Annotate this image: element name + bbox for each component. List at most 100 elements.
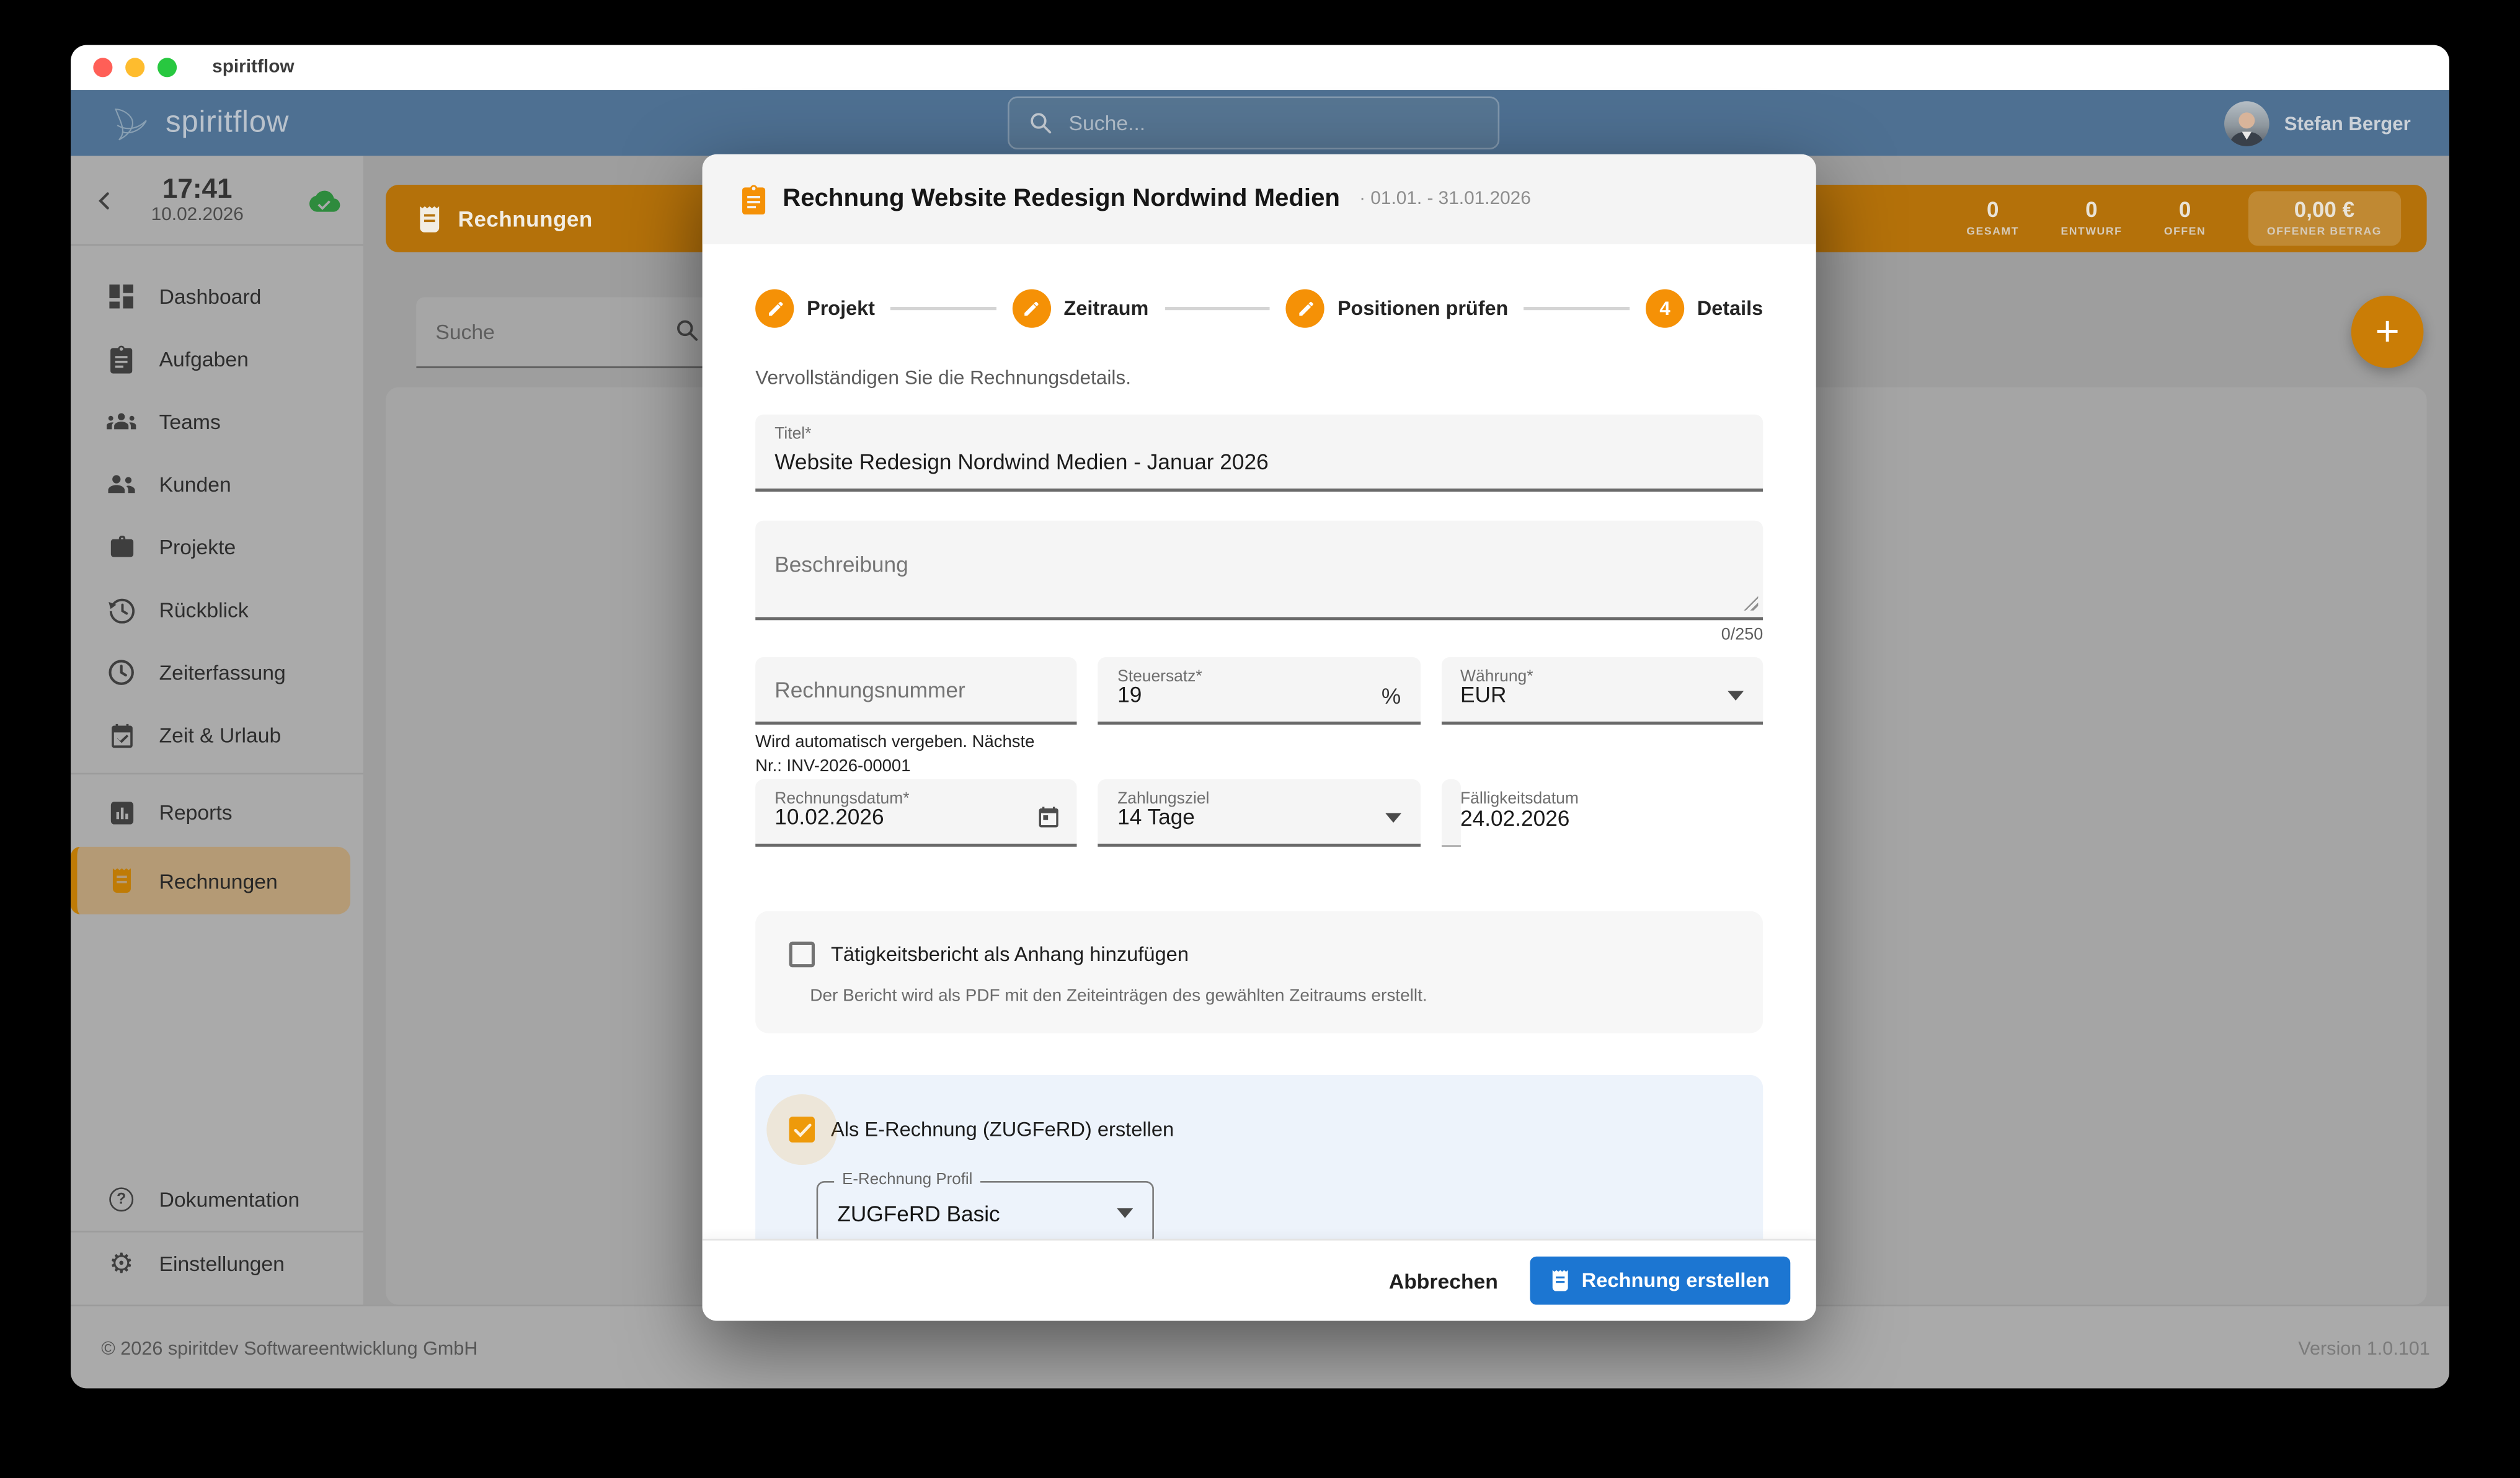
version-text: Version 1.0.101 — [2298, 1336, 2430, 1358]
sidebar-item-label: Zeiterfassung — [159, 660, 286, 684]
stat-offener-betrag: 0,00 € OFFENER BETRAG — [2248, 192, 2401, 246]
einvoice-panel: Als E-Rechnung (ZUGFeRD) erstellen E-Rec… — [755, 1075, 1763, 1239]
chevron-left-icon[interactable] — [93, 189, 115, 211]
einvoice-label: Als E-Rechnung (ZUGFeRD) erstellen — [831, 1118, 1174, 1141]
steuersatz-field[interactable]: Steuersatz* % — [1098, 657, 1420, 725]
sidebar-item-teams[interactable]: Teams — [71, 391, 363, 453]
sidebar: 17:41 10.02.2026 Dashboard Aufga — [71, 156, 363, 1304]
create-invoice-label: Rechnung erstellen — [1582, 1270, 1770, 1292]
dialog-subtitle: · 01.01. - 31.01.2026 — [1359, 190, 1531, 209]
edit-icon — [1286, 290, 1324, 328]
sidebar-item-einstellungen[interactable]: ⚙ Einstellungen — [71, 1232, 363, 1295]
sidebar-item-rueckblick[interactable]: Rückblick — [71, 578, 363, 641]
rechnungsnummer-field[interactable] — [755, 657, 1077, 725]
gear-icon: ⚙ — [106, 1249, 136, 1279]
search-icon — [1029, 111, 1053, 135]
chevron-down-icon — [1385, 813, 1401, 823]
search-icon — [675, 318, 699, 342]
sidebar-item-label: Dashboard — [159, 285, 262, 309]
sidebar-item-zeiterfassung[interactable]: Zeiterfassung — [71, 641, 363, 704]
step-connector — [891, 308, 996, 310]
sidebar-item-dashboard[interactable]: Dashboard — [71, 265, 363, 328]
rechnungsnummer-input[interactable] — [774, 657, 1058, 722]
sidebar-bottom: ? Dokumentation ⚙ Einstellungen — [71, 1168, 363, 1304]
titel-input[interactable] — [774, 450, 1744, 474]
sidebar-nav: Dashboard Aufgaben Teams Kunden — [71, 246, 363, 918]
sidebar-item-reports[interactable]: Reports — [71, 781, 363, 844]
app-name: spiritflow — [166, 105, 289, 141]
calendar-icon[interactable] — [1037, 805, 1062, 829]
dialog-header: Rechnung Website Redesign Nordwind Medie… — [703, 154, 1816, 244]
sidebar-item-rechnungen[interactable]: Rechnungen — [71, 847, 350, 914]
copyright-text: © 2026 spiritdev Softwareentwicklung Gmb… — [101, 1336, 477, 1358]
step-number: 4 — [1646, 290, 1684, 328]
sidebar-item-kunden[interactable]: Kunden — [71, 453, 363, 516]
sidebar-item-zeit-urlaub[interactable]: Zeit & Urlaub — [71, 704, 363, 766]
cancel-button[interactable]: Abbrechen — [1373, 1268, 1514, 1293]
rechnungsdatum-cell: Rechnungsdatum* 10.02.2026 — [755, 779, 1077, 847]
app-logo-icon — [112, 105, 154, 141]
rechnungsdatum-field[interactable]: Rechnungsdatum* 10.02.2026 — [755, 779, 1077, 847]
stat-offen: 0 OFFEN — [2164, 200, 2206, 237]
step-details[interactable]: 4 Details — [1646, 290, 1763, 328]
sidebar-item-dokumentation[interactable]: ? Dokumentation — [71, 1168, 363, 1231]
invoice-number-row: Wird automatisch vergeben. Nächste Nr.: … — [755, 657, 1763, 725]
sidebar-item-projekte[interactable]: Projekte — [71, 516, 363, 578]
global-search-input[interactable]: Suche... — [1008, 97, 1499, 150]
invoice-dates-row: Rechnungsdatum* 10.02.2026 Zahlungsziel … — [755, 779, 1763, 847]
current-time: 17:41 — [151, 175, 244, 204]
minimize-button[interactable] — [125, 58, 144, 77]
sidebar-item-label: Kunden — [159, 472, 231, 497]
attachment-checkbox[interactable] — [789, 942, 815, 967]
step-projekt[interactable]: Projekt — [755, 290, 875, 328]
titel-label: Titel* — [774, 426, 811, 444]
dashboard-icon — [106, 281, 136, 312]
dialog-title: Rechnung Website Redesign Nordwind Medie… — [783, 185, 1340, 214]
chevron-down-icon — [1728, 691, 1744, 701]
stepper: Projekt Zeitraum Positionen prüfen 4 — [755, 290, 1763, 328]
sidebar-item-label: Projekte — [159, 535, 236, 559]
help-icon: ? — [106, 1184, 136, 1215]
attachment-hint: Der Bericht wird als PDF mit den Zeitein… — [810, 986, 1763, 1006]
step-connector — [1524, 308, 1630, 310]
close-button[interactable] — [93, 58, 112, 77]
faelligkeitsdatum-field: Fälligkeitsdatum 24.02.2026 — [1441, 779, 1460, 847]
zahlungsziel-select[interactable]: Zahlungsziel 14 Tage — [1098, 779, 1420, 847]
sidebar-item-aufgaben[interactable]: Aufgaben — [71, 328, 363, 391]
step-zeitraum[interactable]: Zeitraum — [1013, 290, 1149, 328]
waehrung-value: EUR — [1460, 683, 1506, 707]
faelligkeitsdatum-value: 24.02.2026 — [1460, 807, 1569, 831]
window-title: spiritflow — [212, 58, 295, 77]
steuersatz-cell: Steuersatz* % — [1098, 657, 1420, 725]
invoice-stats: 0 GESAMT 0 ENTWURF 0 OFFEN 0,00 € — [1966, 192, 2401, 246]
faelligkeitsdatum-cell: Fälligkeitsdatum 24.02.2026 — [1441, 779, 1763, 847]
beschreibung-textarea[interactable] — [755, 521, 1763, 617]
invoice-search-input[interactable]: Suche — [416, 297, 715, 368]
attachment-label: Tätigkeitsbericht als Anhang hinzufügen — [831, 943, 1189, 965]
einvoice-profile-label: E-Rechnung Profil — [834, 1171, 980, 1189]
clipboard-icon — [741, 184, 766, 215]
attachment-panel: Tätigkeitsbericht als Anhang hinzufügen … — [755, 911, 1763, 1033]
briefcase-icon — [106, 532, 136, 562]
beschreibung-field[interactable] — [755, 521, 1763, 621]
einvoice-checkbox[interactable] — [789, 1117, 815, 1142]
check-icon — [793, 1122, 811, 1136]
sidebar-item-label: Zeit & Urlaub — [159, 723, 282, 747]
people-icon — [106, 469, 136, 500]
step-positionen[interactable]: Positionen prüfen — [1286, 290, 1508, 328]
cloud-sync-ok-icon — [309, 189, 341, 211]
zoom-button[interactable] — [158, 58, 177, 77]
user-menu[interactable]: Stefan Berger — [2225, 100, 2411, 146]
window-titlebar: spiritflow — [71, 45, 2449, 91]
sidebar-item-label: Aufgaben — [159, 347, 249, 371]
waehrung-select[interactable]: Währung* EUR — [1441, 657, 1763, 725]
rechnungsnummer-cell: Wird automatisch vergeben. Nächste Nr.: … — [755, 657, 1077, 725]
chevron-down-icon — [1117, 1208, 1133, 1218]
titel-field[interactable]: Titel* — [755, 415, 1763, 492]
steuersatz-input[interactable] — [1117, 683, 1401, 707]
add-invoice-button[interactable]: + — [2351, 296, 2424, 368]
desktop: spiritflow spiritflow Suche... — [0, 0, 2520, 1478]
einvoice-profile-select[interactable]: E-Rechnung Profil ZUGFeRD Basic — [817, 1181, 1154, 1239]
receipt-icon — [1551, 1270, 1570, 1292]
create-invoice-button[interactable]: Rechnung erstellen — [1530, 1257, 1791, 1305]
